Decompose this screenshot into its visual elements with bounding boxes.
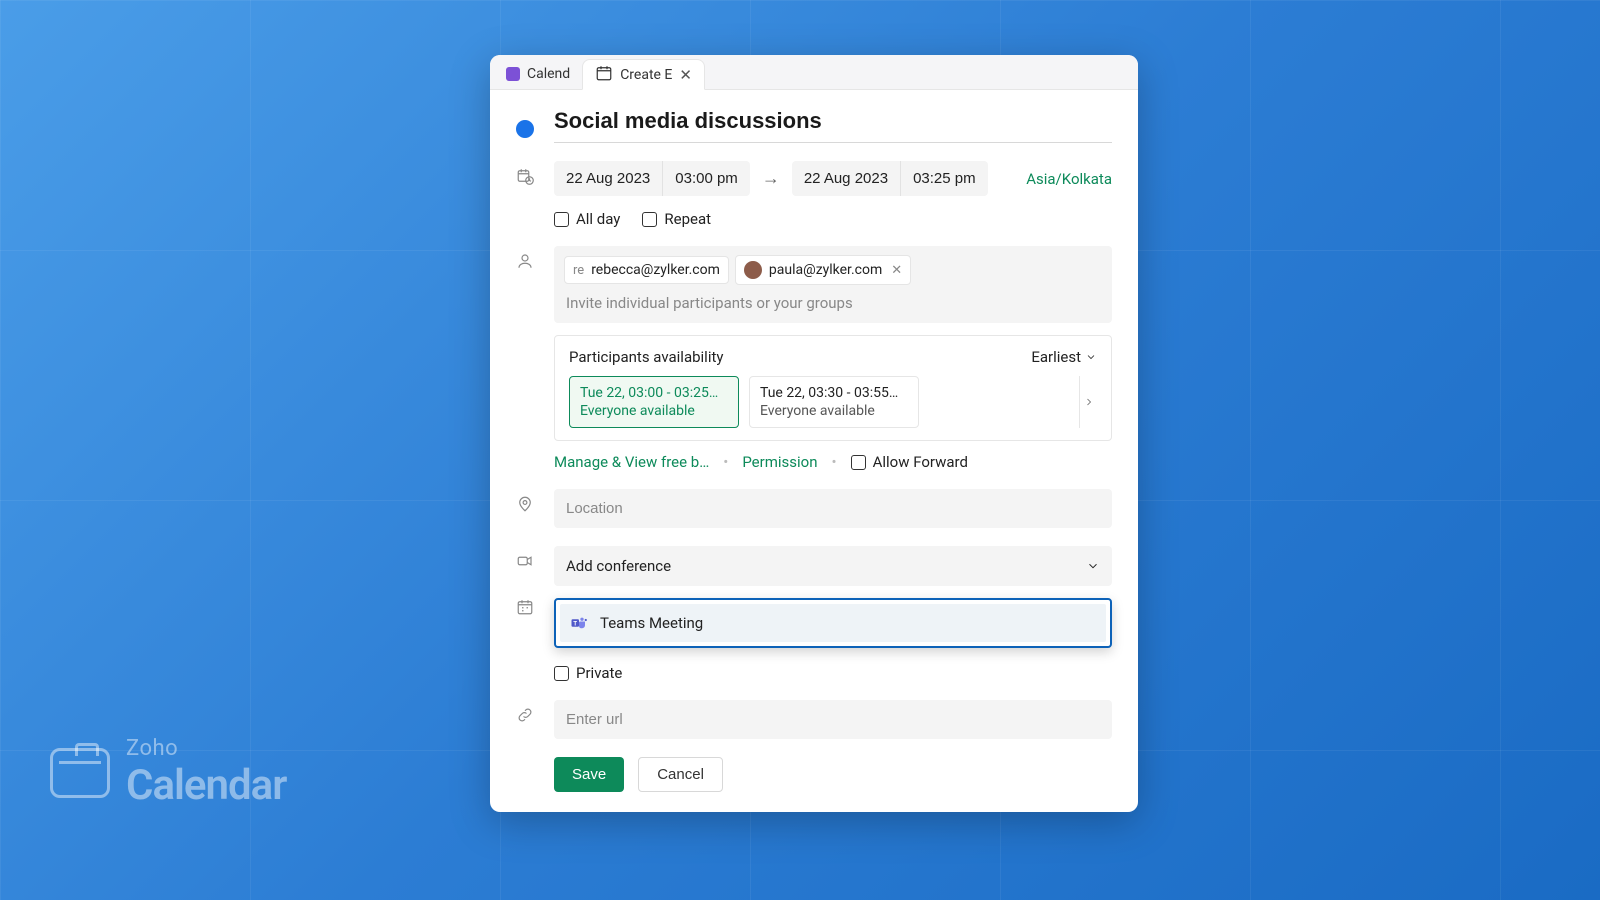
private-label: Private bbox=[576, 664, 622, 682]
end-time[interactable]: 03:25 pm bbox=[900, 161, 988, 196]
slot-time: Tue 22, 03:30 - 03:55… bbox=[760, 385, 908, 401]
slot-time: Tue 22, 03:00 - 03:25… bbox=[580, 385, 728, 401]
video-icon bbox=[516, 546, 534, 570]
event-title-input[interactable] bbox=[554, 108, 1112, 143]
manage-free-busy-link[interactable]: Manage & View free b… bbox=[554, 453, 709, 471]
calendar-favicon-icon bbox=[506, 67, 520, 81]
person-icon bbox=[516, 246, 534, 270]
all-day-label: All day bbox=[576, 210, 620, 228]
remove-chip-icon[interactable]: ✕ bbox=[891, 263, 902, 278]
allow-forward-label: Allow Forward bbox=[873, 453, 968, 471]
url-input[interactable] bbox=[554, 700, 1112, 739]
availability-panel: Participants availability Earliest Tue 2… bbox=[554, 335, 1112, 441]
brand-watermark: Zoho Calendar bbox=[50, 736, 286, 810]
location-input[interactable] bbox=[554, 489, 1112, 528]
conference-label: Add conference bbox=[566, 557, 671, 575]
slot-status: Everyone available bbox=[760, 403, 908, 419]
event-color-dot[interactable] bbox=[516, 120, 534, 138]
repeat-label: Repeat bbox=[664, 210, 711, 228]
timezone-link[interactable]: Asia/Kolkata bbox=[1026, 170, 1112, 188]
participants-field[interactable]: re rebecca@zylker.com paula@zylker.com ✕… bbox=[554, 246, 1112, 323]
brand-bottom: Calendar bbox=[126, 761, 286, 810]
chevron-down-icon bbox=[1086, 559, 1100, 573]
slot-status: Everyone available bbox=[580, 403, 728, 419]
tab-label: Calend bbox=[527, 66, 570, 82]
chip-email: paula@zylker.com bbox=[769, 262, 882, 278]
svg-text:T: T bbox=[573, 621, 577, 627]
create-event-window: Calend Create E ✕ 22 Aug 2023 bbox=[490, 55, 1138, 812]
all-day-checkbox[interactable]: All day bbox=[554, 210, 620, 228]
close-icon[interactable]: ✕ bbox=[679, 66, 692, 84]
allow-forward-checkbox[interactable]: Allow Forward bbox=[851, 453, 968, 471]
availability-sort[interactable]: Earliest bbox=[1031, 348, 1097, 366]
chevron-down-icon bbox=[1085, 351, 1097, 363]
availability-slot[interactable]: Tue 22, 03:00 - 03:25… Everyone availabl… bbox=[569, 376, 739, 428]
add-conference-dropdown[interactable]: Add conference bbox=[554, 546, 1112, 586]
start-time[interactable]: 03:00 pm bbox=[662, 161, 750, 196]
calendar-select-icon bbox=[516, 592, 534, 616]
chip-prefix: re bbox=[573, 263, 584, 278]
teams-icon: T bbox=[570, 614, 588, 632]
next-slots-button[interactable] bbox=[1079, 376, 1097, 428]
tab-label: Create E bbox=[620, 67, 672, 83]
calendar-icon bbox=[50, 748, 110, 798]
location-icon bbox=[516, 489, 534, 513]
conference-option-label: Teams Meeting bbox=[600, 614, 703, 632]
conference-options: T Teams Meeting bbox=[554, 598, 1112, 648]
participant-chip[interactable]: paula@zylker.com ✕ bbox=[735, 255, 911, 285]
end-date[interactable]: 22 Aug 2023 bbox=[792, 161, 900, 196]
save-button[interactable]: Save bbox=[554, 757, 624, 792]
event-favicon-icon bbox=[595, 64, 613, 86]
private-checkbox[interactable]: Private bbox=[554, 664, 1112, 682]
participant-chip[interactable]: re rebecca@zylker.com bbox=[564, 256, 729, 284]
tab-bar: Calend Create E ✕ bbox=[490, 55, 1138, 90]
tab-calendar[interactable]: Calend bbox=[494, 58, 582, 89]
avatar-icon bbox=[744, 261, 762, 279]
permission-link[interactable]: Permission bbox=[742, 453, 817, 471]
arrow-right-icon: → bbox=[760, 168, 782, 189]
repeat-checkbox[interactable]: Repeat bbox=[642, 210, 711, 228]
brand-top: Zoho bbox=[126, 736, 286, 761]
chip-email: rebecca@zylker.com bbox=[591, 262, 720, 278]
start-date[interactable]: 22 Aug 2023 bbox=[554, 161, 662, 196]
teams-meeting-option[interactable]: T Teams Meeting bbox=[560, 604, 1106, 642]
chevron-right-icon bbox=[1083, 396, 1095, 408]
invite-placeholder: Invite individual participants or your g… bbox=[564, 285, 1102, 314]
availability-slot[interactable]: Tue 22, 03:30 - 03:55… Everyone availabl… bbox=[749, 376, 919, 428]
tab-create-event[interactable]: Create E ✕ bbox=[582, 59, 705, 90]
link-icon bbox=[516, 700, 534, 724]
cancel-button[interactable]: Cancel bbox=[638, 757, 723, 792]
datetime-icon bbox=[516, 161, 534, 185]
availability-heading: Participants availability bbox=[569, 348, 723, 366]
